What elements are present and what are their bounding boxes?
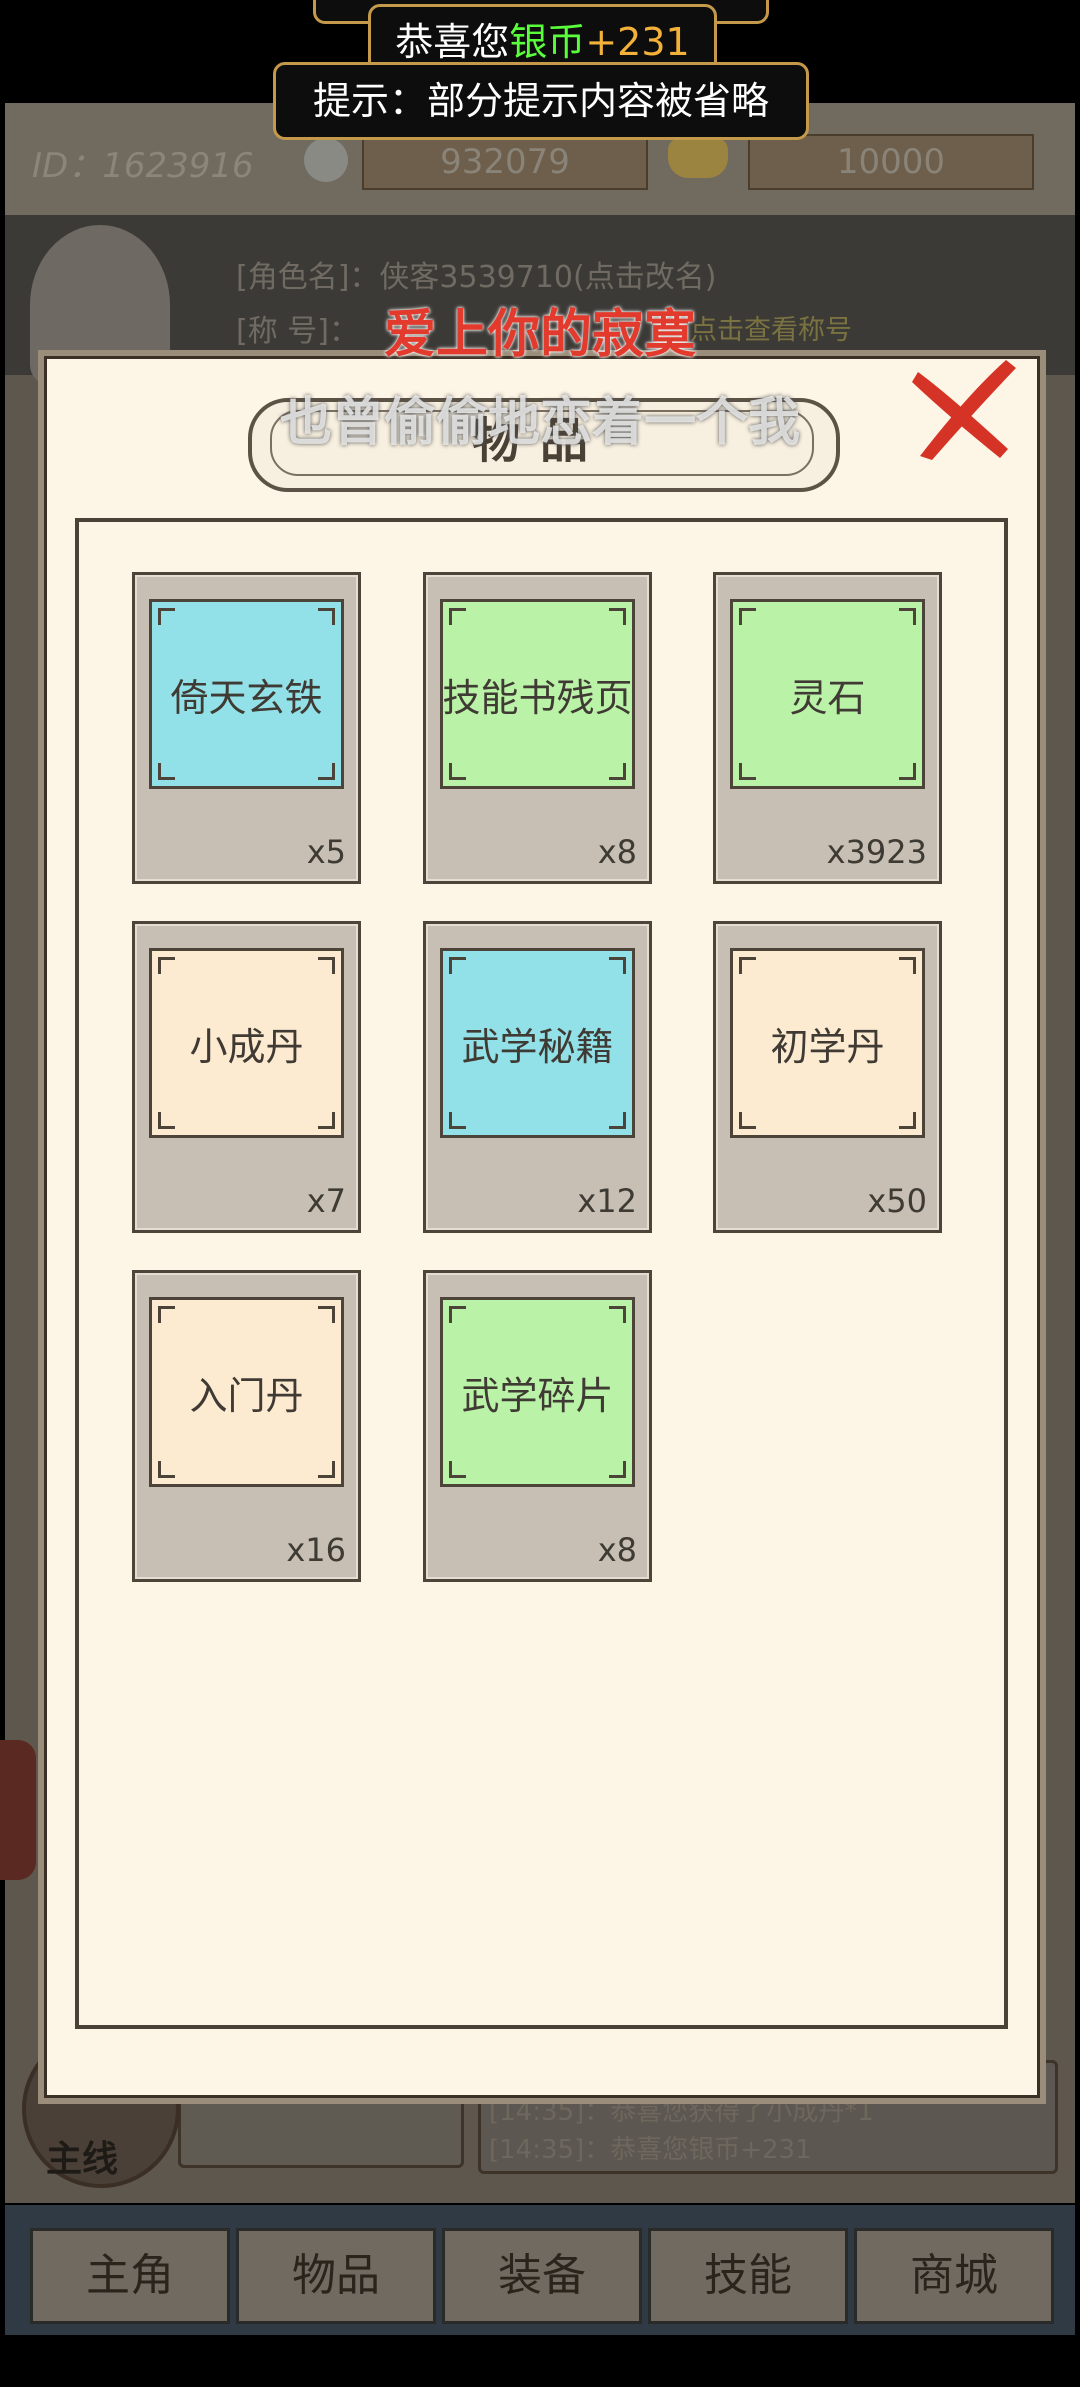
item-count: x16 [286,1531,346,1569]
silver-amount: 932079 [362,134,648,190]
frame-corner [318,1306,335,1323]
nav-skills-button[interactable]: 技能 [648,2228,848,2324]
item-name: 入门丹 [189,1373,304,1418]
frame-corner [449,1461,466,1478]
frame-corner [318,957,335,974]
frame-corner [318,1461,335,1478]
nav-equipment-button[interactable]: 装备 [442,2228,642,2324]
frame-corner [158,957,175,974]
item-count: x3923 [826,833,927,871]
frame-corner [739,1112,756,1129]
lyric-line-2: 也曾偷偷地恋着一个我 [279,393,800,453]
item-count: x8 [597,833,637,871]
frame-corner [158,608,175,625]
item-card[interactable]: 入门丹 x16 [132,1270,361,1582]
frame-corner [739,957,756,974]
item-count: x8 [597,1531,637,1569]
reward-currency: 银币 [509,20,586,64]
item-count: x7 [306,1182,346,1220]
frame-corner [318,1112,335,1129]
frame-corner [899,1112,916,1129]
item-card[interactable]: 初学丹 x50 [713,921,942,1233]
item-name: 技能书残页 [442,675,633,720]
frame-corner [449,957,466,974]
frame-corner [609,957,626,974]
item-icon-frame: 武学秘籍 [440,948,635,1138]
gold-amount: 10000 [748,134,1034,190]
player-id: ID：1623916 [32,146,254,186]
chat-line: [14:35]：恭喜您银币+231 [489,2135,812,2165]
item-name: 武学秘籍 [461,1024,614,1069]
frame-corner [449,763,466,780]
player-name[interactable]: [角色名]：侠客3539710(点击改名) [236,252,716,296]
item-icon-frame: 倚天玄铁 [149,599,344,789]
gold-ingot-icon [668,138,728,178]
item-card[interactable]: 武学秘籍 x12 [423,921,652,1233]
item-card[interactable]: 倚天玄铁 x5 [132,572,361,884]
frame-corner [318,763,335,780]
item-name: 武学碎片 [461,1373,614,1418]
nav-shop-button[interactable]: 商城 [854,2228,1054,2324]
frame-corner [609,1306,626,1323]
frame-corner [609,608,626,625]
main-quest-label: 主线 [46,2139,119,2180]
item-icon-frame: 技能书残页 [440,599,635,789]
item-count: x5 [306,833,346,871]
item-icon-frame: 灵石 [730,599,925,789]
item-card[interactable]: 武学碎片 x8 [423,1270,652,1582]
lyric-line-1: 爱上你的寂寞 [383,305,696,365]
frame-corner [158,1306,175,1323]
item-name: 小成丹 [189,1024,304,1069]
frame-corner [449,608,466,625]
item-icon-frame: 入门丹 [149,1297,344,1487]
frame-corner [158,1112,175,1129]
nav-items-button[interactable]: 物品 [236,2228,436,2324]
notice-toast: 提示：部分提示内容被省略 [273,62,809,140]
frame-corner [609,1112,626,1129]
frame-corner [739,763,756,780]
item-icon-frame: 初学丹 [730,948,925,1138]
item-icon-frame: 武学碎片 [440,1297,635,1487]
frame-corner [449,1112,466,1129]
frame-corner [899,608,916,625]
item-card[interactable]: 技能书残页 x8 [423,572,652,884]
side-tab[interactable] [0,1740,36,1880]
silver-coin-icon [304,138,348,182]
item-name: 初学丹 [770,1024,885,1069]
item-card[interactable]: 灵石 x3923 [713,572,942,884]
frame-corner [739,608,756,625]
frame-corner [158,763,175,780]
frame-corner [899,957,916,974]
frame-corner [899,763,916,780]
item-name: 倚天玄铁 [170,675,323,720]
item-card[interactable]: 小成丹 x7 [132,921,361,1233]
item-count: x50 [867,1182,927,1220]
frame-corner [318,608,335,625]
frame-corner [609,1461,626,1478]
item-icon-frame: 小成丹 [149,948,344,1138]
item-name: 灵石 [789,675,866,720]
nav-hero-button[interactable]: 主角 [30,2228,230,2324]
frame-corner [449,1306,466,1323]
reward-amount: +231 [585,20,690,64]
reward-prefix: 恭喜您 [395,20,510,64]
item-count: x12 [577,1182,637,1220]
frame-corner [609,763,626,780]
frame-corner [158,1461,175,1478]
